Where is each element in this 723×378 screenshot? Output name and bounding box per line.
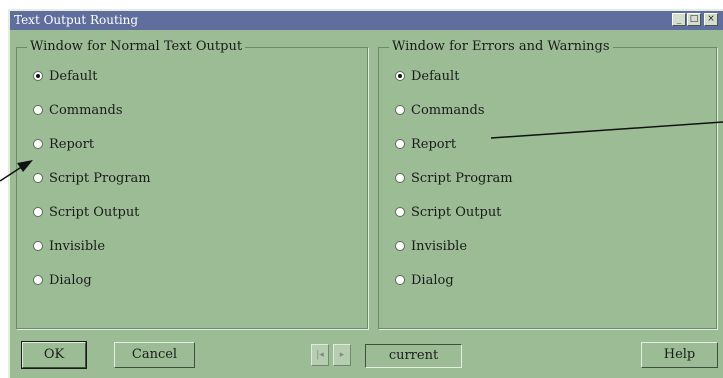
annotation-arrow-left-line [0, 165, 24, 182]
annotation-arrows [0, 121, 723, 182]
annotation-arrow-right-line [490, 121, 723, 139]
annotation-arrow-left-head [17, 160, 33, 172]
